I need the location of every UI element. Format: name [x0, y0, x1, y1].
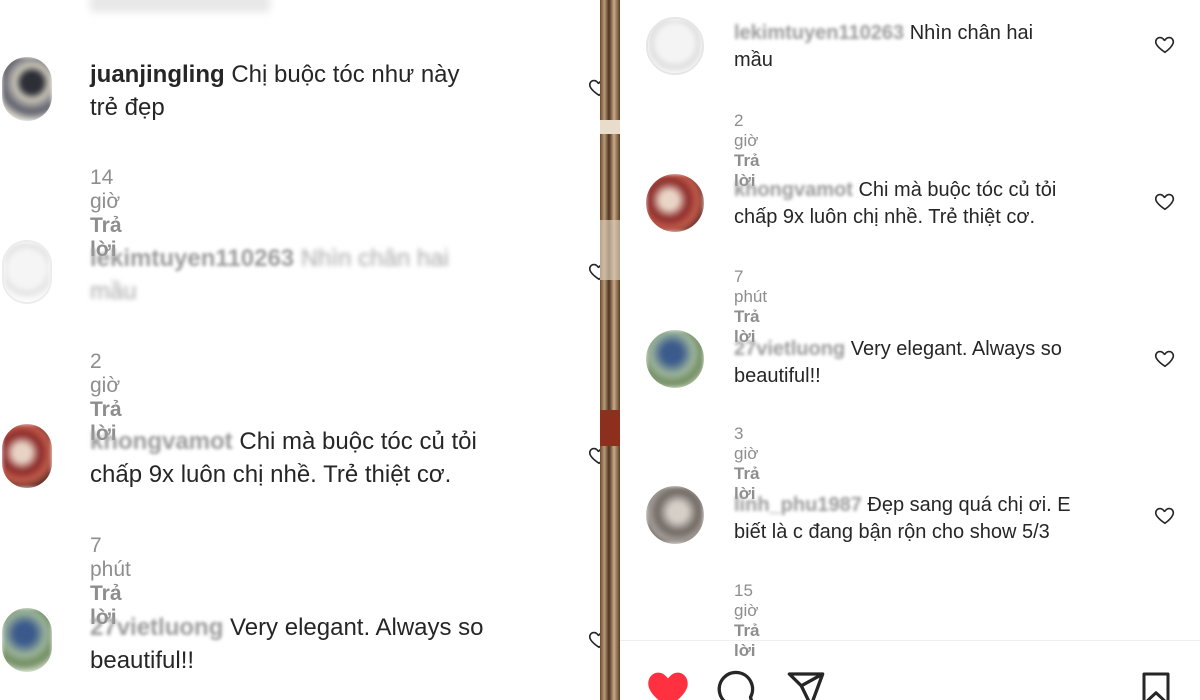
- image-detail: [600, 220, 620, 280]
- comment-text: 27vietluong Very elegant. Always so beau…: [734, 336, 1154, 390]
- comment-body-line2: beautiful!!: [734, 365, 821, 388]
- comment-username[interactable]: juanjingling: [90, 61, 225, 88]
- avatar[interactable]: [646, 174, 704, 232]
- heart-outline-icon[interactable]: [588, 76, 600, 98]
- avatar[interactable]: [2, 424, 52, 488]
- heart-outline-icon[interactable]: [1154, 33, 1176, 55]
- heart-outline-icon[interactable]: [588, 444, 600, 466]
- comment-username[interactable]: linh_phu1987: [734, 494, 862, 516]
- heart-outline-icon[interactable]: [1154, 504, 1176, 526]
- comment-username[interactable]: khongvamot: [734, 179, 853, 201]
- avatar[interactable]: [646, 330, 704, 388]
- comment-time: 7 phút: [90, 534, 131, 581]
- avatar[interactable]: [2, 57, 52, 121]
- comment-username[interactable]: 27vietluong: [90, 614, 223, 641]
- comment-body: Chi mà buộc tóc củ tỏi: [239, 428, 477, 455]
- avatar[interactable]: [646, 486, 704, 544]
- post-image-strip: [600, 0, 620, 700]
- comment-body-line2: biết là c đang bận rộn cho show 5/3: [734, 521, 1050, 544]
- comment-username[interactable]: 27vietluong: [734, 338, 845, 360]
- comment-username[interactable]: lekimtuyen110263: [90, 245, 294, 272]
- left-comments-pane: juanjingling Chị buộc tóc như này trẻ đẹ…: [0, 0, 600, 700]
- comment-body-line2: trẻ đẹp: [90, 93, 165, 121]
- image-detail: [600, 410, 620, 446]
- right-comments-pane: lekimtuyen110263 Nhìn chân hai mầu 2 giờ…: [620, 0, 1200, 700]
- heart-outline-icon[interactable]: [588, 628, 600, 650]
- comment-text: linh_phu1987 Đẹp sang quá chị ơi. E biết…: [734, 492, 1154, 546]
- comment-text: lekimtuyen110263 Nhìn chân hai mầu: [734, 20, 1154, 74]
- image-detail: [600, 120, 620, 134]
- comment-text: khongvamot Chi mà buộc tóc củ tỏi chấp 9…: [90, 426, 560, 491]
- comment-username[interactable]: khongvamot: [90, 428, 233, 455]
- comment-body: Đẹp sang quá chị ơi. E: [867, 494, 1071, 516]
- heart-outline-icon[interactable]: [1154, 190, 1176, 212]
- heart-outline-icon[interactable]: [1154, 347, 1176, 369]
- comment-text: juanjingling Chị buộc tóc như này trẻ đẹ…: [90, 59, 560, 124]
- comment-body-line2: chấp 9x luôn chị nhề. Trẻ thiệt cơ.: [90, 460, 452, 488]
- avatar[interactable]: [646, 17, 704, 75]
- comment-text: khongvamot Chi mà buộc tóc củ tỏi chấp 9…: [734, 177, 1154, 231]
- comment-body: Nhìn chân hai: [300, 245, 449, 272]
- comment-text: 27vietluong Very elegant. Always so beau…: [90, 612, 560, 677]
- comment-body: Chi mà buộc tóc củ tỏi: [858, 179, 1057, 201]
- comment-body-line2: beautiful!!: [90, 646, 195, 674]
- comment-time: 7 phút: [734, 267, 768, 306]
- comment-time: 14 giờ: [90, 166, 121, 213]
- comment-time: 15 giờ: [734, 581, 759, 620]
- comment-icon[interactable]: [716, 669, 756, 700]
- comment-meta: 7 phút Trả lời: [734, 267, 787, 347]
- bookmark-icon[interactable]: [1138, 669, 1174, 700]
- comment-body-line2: mầu: [734, 49, 773, 72]
- comment-time: 3 giờ: [734, 424, 759, 463]
- comment-time: 2 giờ: [734, 111, 759, 150]
- comment-username[interactable]: lekimtuyen110263: [734, 22, 904, 44]
- avatar[interactable]: [2, 608, 52, 672]
- heart-filled-icon[interactable]: [646, 669, 690, 700]
- send-icon[interactable]: [786, 669, 826, 700]
- heart-outline-icon[interactable]: [588, 260, 600, 282]
- comment-body-line2: mầu: [90, 277, 137, 305]
- avatar[interactable]: [2, 240, 52, 304]
- comment-body: Very elegant. Always so: [850, 338, 1062, 360]
- cropped-previous-comment: [90, 0, 270, 12]
- comment-body: Nhìn chân hai: [909, 22, 1034, 44]
- comment-body-line2: chấp 9x luôn chị nhề. Trẻ thiệt cơ.: [734, 206, 1036, 229]
- comment-text: lekimtuyen110263 Nhìn chân hai mầu: [90, 243, 560, 308]
- comment-body: Chị buộc tóc như này: [231, 61, 460, 88]
- post-action-bar: [620, 640, 1200, 700]
- comment-time: 2 giờ: [90, 350, 121, 397]
- comment-body: Very elegant. Always so: [230, 614, 484, 641]
